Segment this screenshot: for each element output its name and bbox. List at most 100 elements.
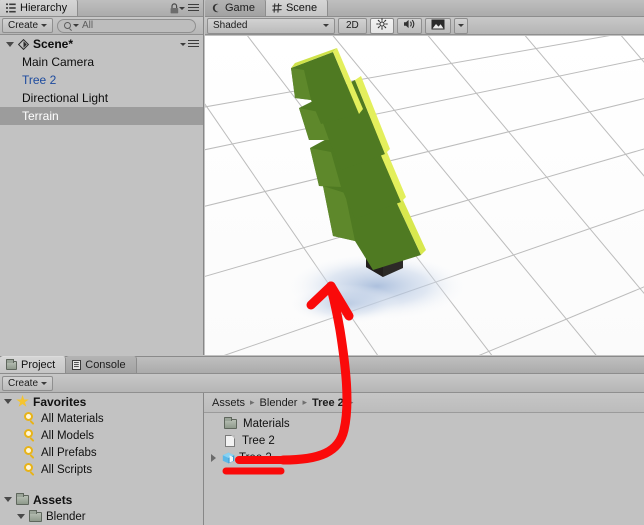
search-favorite-icon: [24, 446, 37, 459]
hierarchy-item-label: Directional Light: [22, 91, 109, 105]
project-asset-list: Materials Tree 2 Tree 2: [204, 413, 644, 466]
scene-lighting-toggle[interactable]: [369, 17, 394, 34]
hierarchy-item-terrain[interactable]: Terrain: [0, 107, 203, 125]
project-tree-label: All Materials: [41, 412, 104, 425]
toggle-2d-button[interactable]: 2D: [338, 17, 367, 34]
project-tree-all-prefabs[interactable]: All Prefabs: [0, 444, 203, 461]
search-favorite-icon: [24, 463, 37, 476]
folder-icon: [16, 492, 29, 505]
hierarchy-item-directional-light[interactable]: Directional Light: [0, 89, 203, 107]
hierarchy-create-button[interactable]: Create: [2, 18, 54, 33]
hierarchy-icon: [6, 3, 16, 13]
unity-scene-icon: [17, 38, 30, 50]
image-icon: [431, 19, 445, 33]
tab-project[interactable]: Project: [0, 356, 67, 373]
scene-3d-render: [205, 36, 644, 355]
hierarchy-tabstrip: Hierarchy: [0, 0, 203, 17]
project-tree-assets[interactable]: Assets: [0, 491, 203, 508]
expand-triangle-icon[interactable]: [4, 497, 12, 502]
project-create-button[interactable]: Create: [2, 375, 54, 391]
folder-icon: [29, 509, 42, 522]
expand-triangle-icon[interactable]: [6, 41, 14, 47]
project-tree-all-models[interactable]: All Models: [0, 427, 203, 444]
asset-item-materials[interactable]: Materials: [204, 415, 644, 432]
scene-audio-toggle[interactable]: [396, 17, 422, 34]
hierarchy-toolbar: Create All: [0, 17, 203, 35]
unity-editor-window: Hierarchy Create All Scene* Main Camera …: [0, 0, 644, 525]
asset-item-label: Tree 2: [242, 434, 275, 447]
hierarchy-tree: Scene* Main Camera Tree 2 Directional Li…: [0, 35, 203, 125]
asset-item-tree-2-file[interactable]: Tree 2: [204, 432, 644, 449]
project-tree-label: Assets: [33, 492, 73, 507]
scene-viewport[interactable]: [205, 36, 644, 355]
breadcrumb-item-tree-2[interactable]: Tree 2: [312, 397, 344, 409]
breadcrumb-separator-icon: ▸: [348, 397, 354, 407]
tab-project-label: Project: [21, 359, 56, 371]
search-favorite-icon: [24, 412, 37, 425]
star-icon: ★: [16, 393, 29, 409]
tab-scene[interactable]: Scene: [265, 0, 329, 16]
sun-icon: [375, 18, 388, 33]
scene-view-panel: Game Scene Shaded 2D: [205, 0, 644, 355]
search-favorite-icon: [24, 429, 37, 442]
file-icon: [225, 434, 235, 447]
tab-game[interactable]: Game: [205, 0, 266, 16]
lock-icon[interactable]: [170, 3, 179, 17]
hierarchy-item-label: Terrain: [22, 109, 59, 123]
folder-icon: [224, 416, 237, 429]
project-tree-all-scripts[interactable]: All Scripts: [0, 461, 203, 478]
project-create-label: Create: [8, 377, 39, 389]
project-asset-list-pane: Assets ▸ Blender ▸ Tree 2 ▸ Materials Tr…: [204, 393, 644, 525]
draw-mode-label: Shaded: [213, 20, 248, 31]
console-icon: [72, 359, 82, 370]
project-folder-tree: ★ Favorites All Materials All Models All…: [0, 393, 204, 525]
hierarchy-search-value: All: [82, 20, 94, 31]
project-tree-label: All Models: [41, 429, 95, 442]
hierarchy-create-label: Create: [8, 20, 39, 31]
tab-hierarchy-label: Hierarchy: [20, 2, 68, 14]
hierarchy-item-main-camera[interactable]: Main Camera: [0, 53, 203, 71]
hierarchy-search-input[interactable]: All: [57, 18, 196, 33]
chevron-down-icon: [457, 24, 464, 27]
hierarchy-scene-root[interactable]: Scene*: [0, 35, 203, 53]
project-tree-favorites[interactable]: ★ Favorites: [0, 393, 203, 410]
project-tree-all-materials[interactable]: All Materials: [0, 410, 203, 427]
project-tree-label: Blender: [46, 510, 86, 523]
scene-effects-button[interactable]: [424, 17, 451, 34]
breadcrumb-item-blender[interactable]: Blender: [260, 397, 298, 409]
hierarchy-scene-label: Scene*: [33, 37, 74, 51]
toggle-2d-label: 2D: [346, 20, 359, 31]
tab-scene-label: Scene: [285, 2, 318, 14]
project-tree-spacer: [0, 478, 203, 491]
tab-hierarchy[interactable]: Hierarchy: [0, 0, 79, 16]
hierarchy-item-tree-2[interactable]: Tree 2: [0, 71, 203, 89]
breadcrumb-separator-icon: ▸: [302, 397, 307, 407]
expand-triangle-icon[interactable]: [17, 514, 25, 519]
breadcrumb-separator-icon: ▸: [250, 397, 255, 407]
tab-console[interactable]: Console: [66, 356, 137, 373]
scene-toolbar: Shaded 2D: [205, 17, 644, 35]
project-tree-label: Favorites: [33, 394, 87, 409]
project-tree-blender[interactable]: Blender: [0, 508, 203, 525]
tab-console-label: Console: [85, 358, 126, 371]
project-tree-label: All Prefabs: [41, 446, 97, 459]
asset-item-tree-2-model[interactable]: Tree 2: [204, 449, 644, 466]
expand-triangle-icon[interactable]: [4, 399, 12, 404]
scene-context-menu-icon[interactable]: [180, 39, 199, 49]
expand-triangle-icon[interactable]: [211, 453, 216, 462]
asset-item-label: Materials: [243, 417, 290, 430]
breadcrumb-item-assets[interactable]: Assets: [212, 397, 245, 409]
hierarchy-panel: Hierarchy Create All Scene* Main Camera …: [0, 0, 204, 355]
speaker-icon: [403, 18, 416, 33]
scene-grid-icon: [272, 3, 282, 13]
project-body: ★ Favorites All Materials All Models All…: [0, 393, 644, 525]
hierarchy-menu-icon[interactable]: [179, 4, 199, 13]
search-icon: [64, 22, 72, 29]
draw-mode-dropdown[interactable]: Shaded: [207, 17, 335, 34]
folder-icon: [6, 358, 17, 370]
project-panel: Project Console Create ★ Favorites All M…: [0, 356, 644, 525]
hierarchy-item-label: Main Camera: [22, 55, 95, 69]
project-toolbar: Create: [0, 374, 644, 393]
asset-item-label: Tree 2: [239, 451, 272, 464]
scene-effects-dropdown[interactable]: [453, 17, 468, 34]
